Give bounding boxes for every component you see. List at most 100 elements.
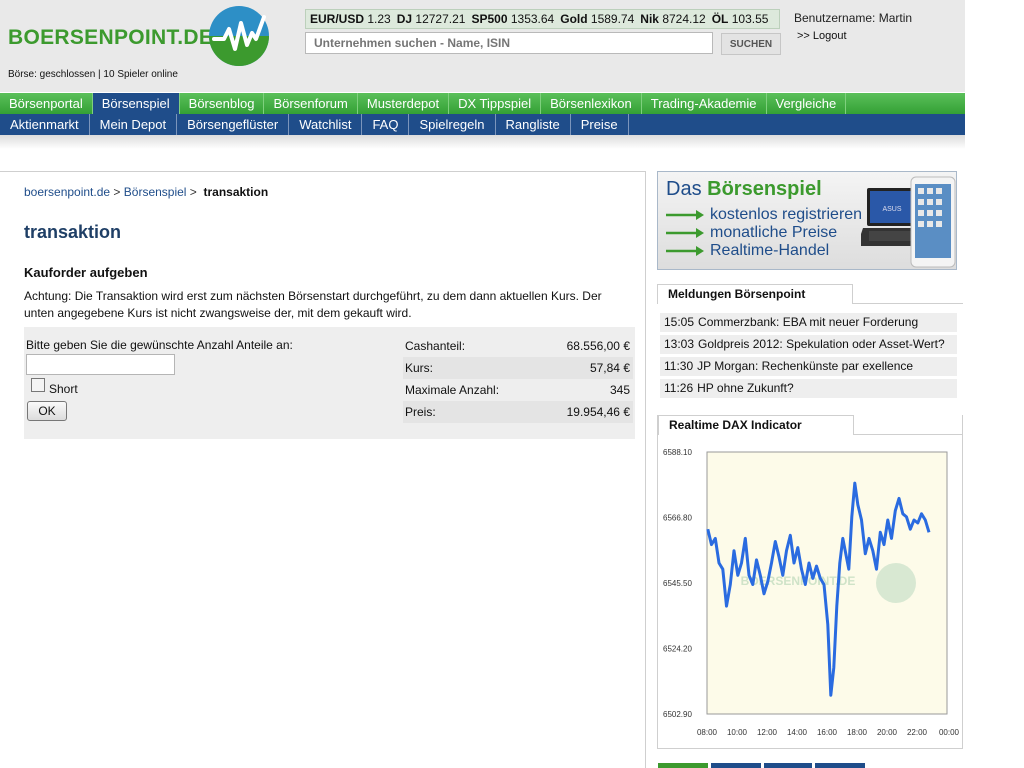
breadcrumb: boersenpoint.de > Börsenspiel > transakt…: [24, 185, 268, 199]
bottom-tab[interactable]: [658, 763, 708, 768]
breadcrumb-separator: >: [110, 185, 124, 199]
ticker-item[interactable]: Gold 1589.74: [560, 12, 634, 26]
promo-title-highlight: Börsenspiel: [707, 178, 822, 200]
logo-mark-icon[interactable]: [208, 5, 270, 67]
summary-value: 57,84 €: [589, 361, 630, 375]
x-tick-label: 08:00: [697, 728, 718, 737]
news-time: 13:03: [664, 337, 695, 351]
arrow-right-icon: [666, 228, 704, 238]
ticker-item[interactable]: SP500 1353.64: [471, 12, 554, 26]
shares-quantity-input[interactable]: [26, 354, 175, 375]
ticker-value: 1.23: [367, 12, 391, 26]
summary-label: Maximale Anzahl:: [405, 383, 500, 397]
ticker-value: 12727.21: [415, 12, 466, 26]
nav-item-3[interactable]: Börsenforum: [264, 93, 358, 114]
nav-item-2[interactable]: Börsenblog: [180, 93, 265, 114]
ok-button[interactable]: OK: [27, 401, 67, 421]
ticker-item[interactable]: EUR/USD 1.23: [310, 12, 391, 26]
bottom-tab[interactable]: [711, 763, 761, 768]
promo-line: Realtime-Handel: [710, 242, 830, 259]
ticker-item[interactable]: Nik 8724.12: [640, 12, 705, 26]
x-tick-label: 00:00: [939, 728, 960, 737]
breadcrumb-separator: >: [186, 185, 204, 199]
news-time: 11:26: [664, 381, 694, 395]
bottom-tab[interactable]: [764, 763, 812, 768]
divider: [854, 434, 962, 435]
bottom-tab[interactable]: [815, 763, 865, 768]
company-search-input[interactable]: [305, 32, 713, 54]
nav-item-0[interactable]: Börsenportal: [0, 93, 93, 114]
subnav-item-3[interactable]: Watchlist: [289, 114, 363, 135]
ticker-name: ÖL: [711, 12, 729, 26]
divider: [853, 303, 963, 304]
news-item[interactable]: 13:03 Goldpreis 2012: Spekulation oder As…: [660, 335, 957, 354]
main-navigation: Börsenportal Börsenspiel Börsenblog Börsenf…: [0, 93, 965, 114]
ticker-value: 103.55: [731, 12, 769, 26]
nav-item-4[interactable]: Musterdepot: [358, 93, 450, 114]
transaction-notice: Achtung: Die Transaktion wird erst zum n…: [24, 289, 602, 320]
summary-row: Preis: 19.954,46 €: [403, 401, 633, 423]
news-heading: Meldungen Börsenpoint: [657, 284, 853, 304]
ticker-name: Nik: [640, 12, 659, 26]
summary-value: 345: [609, 383, 630, 397]
main-content: boersenpoint.de > Börsenspiel > transakt…: [0, 171, 646, 768]
short-checkbox[interactable]: [31, 378, 45, 392]
market-ticker: EUR/USD 1.23 DJ 12727.21 SP500 1353.64 Gold…: [305, 9, 780, 29]
subnav-item-5[interactable]: Spielregeln: [409, 114, 496, 135]
y-tick-label: 6524.20: [663, 645, 692, 654]
promo-title-prefix: Das: [666, 178, 702, 200]
nav-item-6[interactable]: Börsenlexikon: [541, 93, 642, 114]
ticker-name: DJ: [396, 12, 413, 26]
nav-item-7[interactable]: Trading-Akademie: [642, 93, 767, 114]
promo-banner[interactable]: Das Börsenspiel kostenlos registrieren m…: [657, 171, 957, 270]
news-item[interactable]: 15:05 Commerzbank: EBA mit neuer Forderun…: [660, 313, 957, 332]
x-tick-label: 20:00: [877, 728, 898, 737]
subnav-item-4[interactable]: FAQ: [362, 114, 410, 135]
y-tick-label: 6545.50: [663, 579, 692, 588]
summary-value: 68.556,00 €: [566, 339, 630, 353]
window-gutter: [965, 0, 1024, 768]
nav-item-1[interactable]: Börsenspiel: [92, 93, 180, 114]
sub-navigation: Aktienmarkt Mein Depot Börsengeflüster Watc…: [0, 114, 965, 135]
x-tick-label: 18:00: [847, 728, 868, 737]
arrow-right-icon: [666, 246, 704, 256]
subnav-item-7[interactable]: Preise: [571, 114, 629, 135]
news-item[interactable]: 11:30 JP Morgan: Rechenkünste par exellen…: [660, 357, 957, 376]
x-tick-label: 12:00: [757, 728, 778, 737]
subnav-item-6[interactable]: Rangliste: [496, 114, 571, 135]
ticker-item[interactable]: ÖL 103.55: [712, 12, 769, 26]
promo-title: Das Börsenspiel: [666, 178, 822, 201]
summary-row: Maximale Anzahl: 345: [403, 379, 633, 401]
breadcrumb-current: transaktion: [203, 185, 269, 199]
ticker-value: 8724.12: [662, 12, 706, 26]
subnav-item-2[interactable]: Börsengeflüster: [177, 114, 290, 135]
tablet-icon: [910, 176, 956, 268]
short-label: Short: [49, 382, 78, 396]
nav-item-5[interactable]: DX Tippspiel: [449, 93, 542, 114]
news-time: 15:05: [664, 315, 695, 329]
subnav-item-0[interactable]: Aktienmarkt: [0, 114, 90, 135]
subnav-item-1[interactable]: Mein Depot: [90, 114, 178, 135]
x-tick-label: 14:00: [787, 728, 808, 737]
news-headline: JP Morgan: Rechenkünste par exellence: [697, 359, 914, 373]
y-tick-label: 6566.80: [663, 514, 692, 523]
site-logo[interactable]: BOERSENPOINT.DE: [8, 26, 213, 50]
header: BOERSENPOINT.DE Börse: geschlossen | 10 …: [0, 0, 965, 92]
news-panel: Meldungen Börsenpoint 15:05 Commerzbank: …: [657, 284, 963, 402]
arrow-right-icon: [666, 210, 704, 220]
search-button[interactable]: SUCHEN: [721, 33, 781, 55]
breadcrumb-section-link[interactable]: Börsenspiel: [124, 185, 187, 199]
nav-shadow: [0, 135, 965, 149]
news-time: 11:30: [664, 359, 694, 373]
breadcrumb-home-link[interactable]: boersenpoint.de: [24, 185, 110, 199]
laptop-brand: ASUS: [882, 206, 901, 213]
page: BOERSENPOINT.DE Börse: geschlossen | 10 …: [0, 0, 965, 768]
ticker-item[interactable]: DJ 12727.21: [397, 12, 466, 26]
summary-row: Kurs: 57,84 €: [403, 357, 633, 379]
x-tick-label: 22:00: [907, 728, 928, 737]
logout-link[interactable]: >> Logout: [797, 30, 847, 42]
ticker-name: EUR/USD: [310, 12, 365, 26]
username-label: Benutzername: Martin: [794, 11, 913, 25]
news-item[interactable]: 11:26 HP ohne Zukunft?: [660, 379, 957, 398]
nav-item-8[interactable]: Vergleiche: [767, 93, 847, 114]
